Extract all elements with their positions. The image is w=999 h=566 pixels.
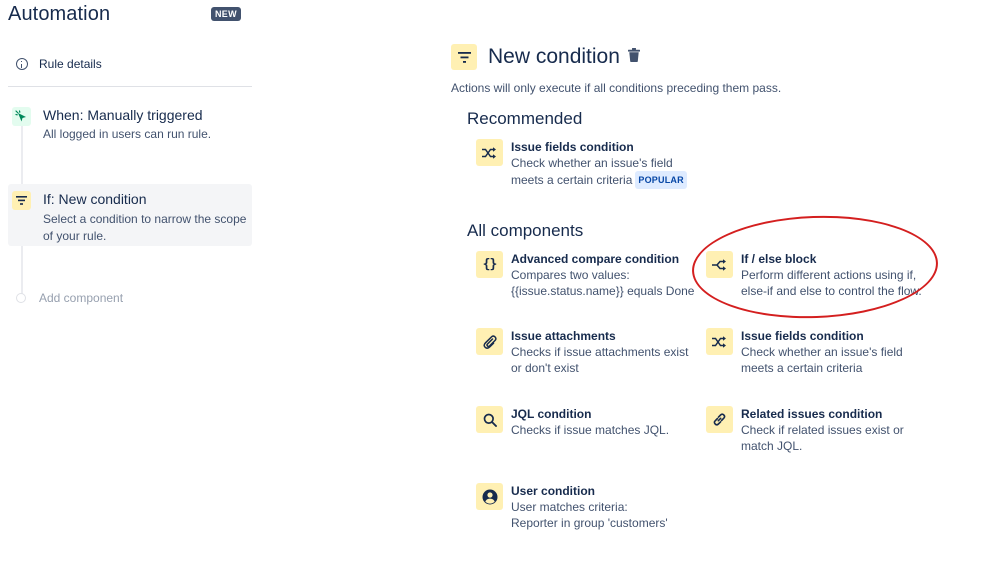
component-desc: meets a certain criteria	[741, 361, 863, 375]
component-desc: or don't exist	[511, 361, 579, 375]
add-component-label: Add component	[39, 291, 124, 305]
paperclip-icon	[476, 328, 503, 355]
rule-details-link[interactable]: Rule details	[16, 57, 102, 71]
component-desc: meets a certain criteria	[511, 173, 633, 187]
component-desc: Compares two values:	[511, 268, 630, 282]
condition-step[interactable]: If: New condition Select a condition to …	[12, 191, 246, 245]
all-components-heading: All components	[467, 221, 584, 240]
add-component-button[interactable]: Add component	[16, 291, 123, 305]
trigger-step-subtitle: All logged in users can run rule.	[43, 127, 212, 141]
branch-icon	[706, 251, 733, 278]
component-desc: Check whether an issue's field	[511, 156, 673, 170]
component-title: Issue attachments	[511, 329, 616, 343]
component-title: User condition	[511, 484, 596, 498]
sidebar-divider	[8, 86, 252, 87]
shuffle-icon	[476, 139, 503, 166]
braces-icon: {}	[476, 251, 503, 278]
component-title: Issue fields condition	[741, 329, 864, 343]
add-component-dot	[16, 293, 26, 303]
issue-fields-condition[interactable]: Issue fields condition Check whether an …	[706, 328, 903, 376]
new-badge: NEW	[211, 7, 241, 21]
component-title: Advanced compare condition	[511, 252, 680, 266]
shuffle-icon	[706, 328, 733, 355]
search-icon	[476, 406, 503, 433]
cursor-click-icon	[12, 107, 31, 126]
filter-icon	[451, 44, 477, 70]
if-else-block[interactable]: If / else block Perform different action…	[706, 251, 922, 299]
component-desc: User matches criteria:	[511, 500, 628, 514]
issue-attachments[interactable]: Issue attachments Checks if issue attach…	[476, 328, 688, 376]
user-condition[interactable]: User condition User matches criteria: Re…	[476, 483, 668, 531]
component-desc: Check whether an issue's field	[741, 345, 903, 359]
page-subtitle: Actions will only execute if all conditi…	[451, 81, 782, 95]
recommended-heading: Recommended	[467, 109, 583, 128]
page-title: New condition	[488, 45, 620, 68]
trash-icon[interactable]	[628, 48, 640, 67]
popular-badge: POPULAR	[635, 171, 687, 189]
component-title: Related issues condition	[741, 407, 883, 421]
component-desc: Perform different actions using if,	[741, 268, 917, 282]
condition-step-subtitle-line2: of your rule.	[43, 229, 107, 243]
condition-step-subtitle-line1: Select a condition to narrow the scope	[43, 212, 247, 226]
recommended-issue-fields-condition[interactable]: Issue fields condition Check whether an …	[476, 139, 687, 189]
rule-details-label: Rule details	[39, 57, 102, 71]
advanced-compare-condition[interactable]: {} Advanced compare condition Compares t…	[476, 251, 694, 299]
component-desc: {{issue.status.name}} equals Done	[511, 284, 695, 298]
component-title: Issue fields condition	[511, 140, 634, 154]
info-icon	[16, 58, 28, 70]
filter-icon	[12, 191, 31, 210]
component-desc: Reporter in group 'customers'	[511, 516, 668, 530]
component-title: JQL condition	[511, 407, 592, 421]
jql-condition[interactable]: JQL condition Checks if issue matches JQ…	[476, 406, 669, 438]
trigger-step[interactable]: When: Manually triggered All logged in u…	[12, 107, 211, 143]
app-title: Automation	[8, 3, 111, 25]
trigger-step-title: When: Manually triggered	[43, 107, 203, 123]
component-desc: else-if and else to control the flow.	[741, 284, 922, 298]
component-desc: Checks if issue matches JQL.	[511, 423, 670, 437]
related-issues-condition[interactable]: Related issues condition Check if relate…	[706, 406, 904, 454]
link-icon	[706, 406, 733, 433]
component-desc: match JQL.	[741, 439, 803, 453]
component-desc: Check if related issues exist or	[741, 423, 904, 437]
component-desc: Checks if issue attachments exist	[511, 345, 689, 359]
condition-step-title: If: New condition	[43, 191, 147, 207]
user-icon	[476, 483, 503, 510]
component-title: If / else block	[741, 252, 817, 266]
